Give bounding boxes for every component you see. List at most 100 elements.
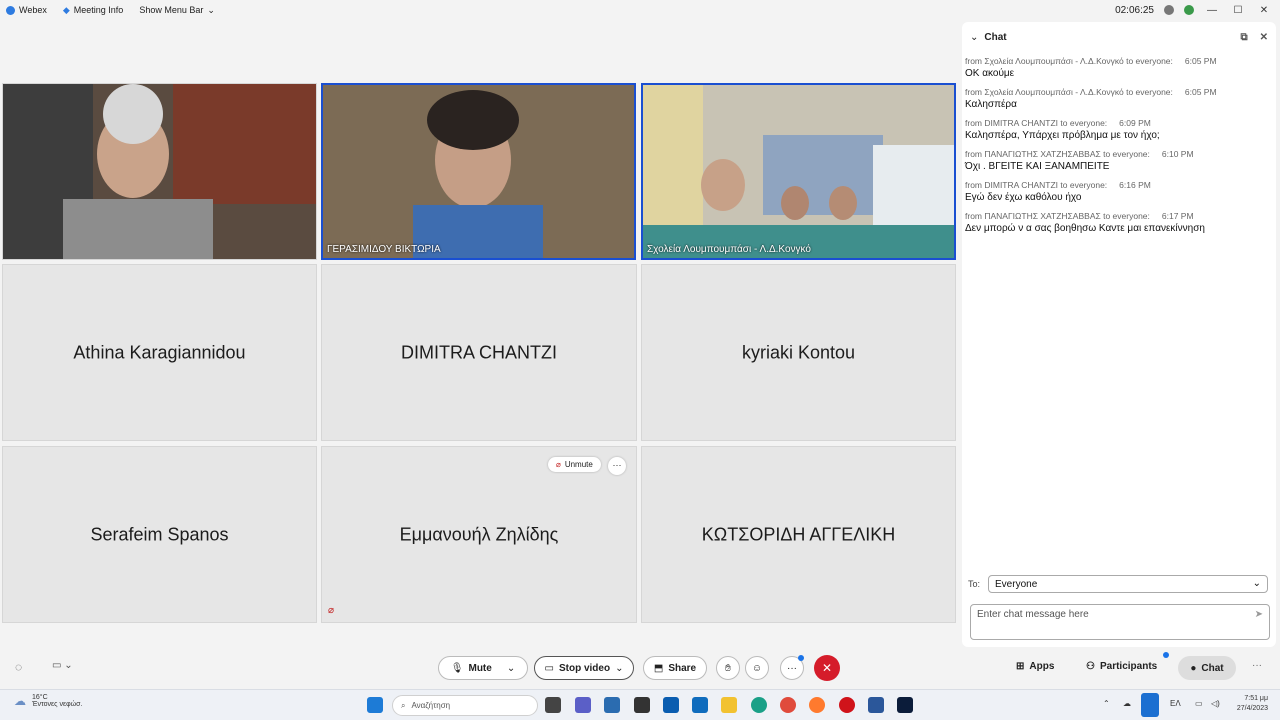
reactions-button[interactable]: ☺ bbox=[745, 656, 769, 680]
video-tile-3[interactable]: Σχολεία Λουμπουμπάσι - Λ.Δ.Κονγκό bbox=[641, 83, 956, 260]
chevron-down-icon[interactable]: ⌄ bbox=[507, 663, 515, 674]
share-button[interactable]: ⬒ Share bbox=[643, 656, 707, 680]
message-time: 6:05 PM bbox=[1184, 87, 1217, 97]
recipient-select[interactable]: Everyone ⌄ bbox=[988, 575, 1269, 593]
participant-name: DIMITRA CHANTZI bbox=[401, 342, 557, 362]
send-icon[interactable]: ➤ bbox=[1255, 609, 1263, 620]
chrome-icon[interactable] bbox=[780, 697, 796, 713]
outlook-icon[interactable] bbox=[692, 697, 708, 713]
message-text: Καλησπέρα, Υπάρχει πρόβλημα με τον ήχο; bbox=[965, 130, 1160, 141]
task-view-icon[interactable] bbox=[545, 697, 561, 713]
store-icon[interactable] bbox=[604, 697, 620, 713]
participant-tile-athina[interactable]: Athina Karagiannidou bbox=[2, 264, 317, 441]
chat-message: from DIMITRA CHANTZI to everyone: 6:16 PM… bbox=[965, 180, 1273, 203]
firefox-icon[interactable] bbox=[809, 697, 825, 713]
webex-logo-icon bbox=[6, 5, 15, 15]
layout-icon[interactable]: ◌ bbox=[15, 660, 22, 674]
volume-icon[interactable]: ◁) bbox=[1211, 699, 1220, 708]
clock-time: 7:51 μμ bbox=[1244, 695, 1268, 702]
pop-out-icon[interactable]: ⧉ bbox=[1240, 32, 1247, 43]
participant-name: Εμμανουήλ Ζηλίδης bbox=[399, 524, 559, 544]
unmute-button[interactable]: ⌀ Unmute bbox=[548, 457, 601, 472]
reactions-menu-icon[interactable]: ▭ ⌄ bbox=[52, 660, 73, 671]
meeting-info-button[interactable]: ◆ Meeting Info bbox=[63, 5, 123, 16]
more-options-button[interactable]: ··· bbox=[608, 457, 626, 475]
weather-widget[interactable]: ☁ 16°C Έντονες νεφώσ. bbox=[14, 694, 82, 708]
participant-tile-serafeim[interactable]: Serafeim Spanos bbox=[2, 446, 317, 623]
file-explorer-icon[interactable] bbox=[721, 697, 737, 713]
apps-grid-icon: ⊞ bbox=[1016, 661, 1025, 672]
apps-button[interactable]: ⊞ Apps bbox=[1016, 661, 1054, 672]
weather-condition: Έντονες νεφώσ. bbox=[32, 701, 83, 708]
webex-taskbar-icon[interactable] bbox=[897, 697, 913, 713]
overflow-icon[interactable]: ··· bbox=[1252, 660, 1262, 671]
network-icon[interactable]: ▭ bbox=[1195, 699, 1203, 708]
chat-message: from Σχολεία Λουμπουμπάσι - Λ.Δ.Κονγκό t… bbox=[965, 87, 1273, 110]
microphone-tray-icon[interactable] bbox=[1141, 693, 1159, 717]
participant-tile-emmanouil[interactable]: ⌀ Unmute ··· Εμμανουήλ Ζηλίδης ⌀ bbox=[321, 446, 637, 623]
onedrive-icon[interactable]: ☁ bbox=[1123, 699, 1131, 708]
more-icon: ··· bbox=[787, 662, 797, 674]
edge-icon[interactable] bbox=[751, 697, 767, 713]
message-sender: from DIMITRA CHANTZI to everyone: bbox=[965, 118, 1108, 128]
chevron-down-icon[interactable]: ⌄ bbox=[615, 663, 623, 674]
video-feed bbox=[323, 85, 634, 258]
message-time: 6:10 PM bbox=[1161, 149, 1194, 159]
show-menu-bar-button[interactable]: Show Menu Bar ⌄ bbox=[139, 5, 215, 16]
raise-hand-button[interactable]: ✋︎ bbox=[716, 656, 740, 680]
message-text: Δεν μπορώ ν α σας βοηθησω Καντε μαι επαν… bbox=[965, 223, 1205, 234]
participant-tile-kyriaki[interactable]: kyriaki Kontou bbox=[641, 264, 956, 441]
message-time: 6:05 PM bbox=[1184, 56, 1217, 66]
participant-tile-kotsoridi[interactable]: ΚΩΤΣΟΡΙΔΗ ΑΓΓΕΛΙΚΗ bbox=[641, 446, 956, 623]
chat-label: Chat bbox=[1201, 662, 1224, 674]
taskbar-search[interactable]: ⌕ Αναζήτηση bbox=[392, 695, 538, 716]
word-icon[interactable] bbox=[868, 697, 884, 713]
smiley-icon: ☺ bbox=[751, 662, 763, 674]
chat-button[interactable]: ● Chat bbox=[1178, 656, 1236, 680]
temperature: 16°C bbox=[32, 694, 48, 701]
participant-tile-dimitra[interactable]: DIMITRA CHANTZI bbox=[321, 264, 637, 441]
participants-label: Participants bbox=[1099, 661, 1158, 672]
camera-icon: ▭ bbox=[544, 662, 554, 674]
maximize-icon[interactable]: ☐ bbox=[1230, 5, 1246, 16]
hand-icon: ✋︎ bbox=[725, 662, 731, 674]
collapse-chevron-icon[interactable]: ⌄ bbox=[970, 32, 978, 43]
message-text: Όχι . ΒΓΕΙΤΕ ΚΑΙ ΞΑΝΑΜΠΕΙΤΕ bbox=[965, 161, 1110, 172]
close-icon[interactable]: ✕ bbox=[1256, 5, 1272, 16]
stop-video-button[interactable]: ▭ Stop video ⌄ bbox=[534, 656, 634, 680]
close-icon: ✕ bbox=[821, 661, 833, 675]
system-clock[interactable]: 7:51 μμ 27/4/2023 bbox=[1237, 694, 1268, 714]
participants-icon: ⚇ bbox=[1086, 661, 1095, 672]
video-tile-1[interactable] bbox=[2, 83, 317, 260]
chat-message-input[interactable]: Enter chat message here ➤ bbox=[970, 604, 1270, 640]
chat-app-icon[interactable] bbox=[575, 697, 591, 713]
mail-icon[interactable] bbox=[663, 697, 679, 713]
participant-name: ΚΩΤΣΟΡΙΔΗ ΑΓΓΕΛΙΚΗ bbox=[701, 524, 896, 544]
chat-message: from ΠΑΝΑΓΙΩΤΗΣ ΧΑΤΖΗΣΑΒΒΑΣ to everyone:… bbox=[965, 149, 1273, 172]
shield-icon: ◆ bbox=[62, 4, 70, 15]
chat-messages: from Σχολεία Λουμπουμπάσι - Λ.Δ.Κονγκό t… bbox=[962, 52, 1276, 234]
meeting-timer: 02:06:25 bbox=[1115, 4, 1154, 16]
participant-name: kyriaki Kontou bbox=[741, 342, 856, 362]
chevron-up-icon[interactable]: ⌃ bbox=[1103, 699, 1110, 708]
participant-video-label: Σχολεία Λουμπουμπάσι - Λ.Δ.Κονγκό bbox=[647, 244, 811, 255]
close-chat-icon[interactable]: ✕ bbox=[1260, 32, 1268, 43]
chevron-down-icon: ⌄ bbox=[1252, 578, 1262, 589]
mute-button[interactable]: 🎙︎ Mute ⌄ bbox=[438, 656, 528, 680]
leave-meeting-button[interactable]: ✕ bbox=[814, 655, 840, 681]
status-icon[interactable] bbox=[1184, 5, 1194, 15]
settings-icon[interactable] bbox=[1164, 5, 1174, 15]
windows-start-icon[interactable] bbox=[367, 697, 383, 713]
message-sender: from ΠΑΝΑΓΙΩΤΗΣ ΧΑΤΖΗΣΑΒΒΑΣ to everyone: bbox=[965, 211, 1150, 221]
opera-icon[interactable] bbox=[839, 697, 855, 713]
app-icon[interactable] bbox=[634, 697, 650, 713]
meeting-toolbar: ◌ ▭ ⌄ 🎙︎ Mute ⌄ ▭ Stop video ⌄ ⬒ Share ✋… bbox=[0, 652, 1280, 686]
message-time: 6:17 PM bbox=[1161, 211, 1194, 221]
message-sender: from ΠΑΝΑΓΙΩΤΗΣ ΧΑΤΖΗΣΑΒΒΑΣ to everyone: bbox=[965, 149, 1150, 159]
cloud-icon: ☁ bbox=[14, 694, 26, 708]
minimize-icon[interactable]: — bbox=[1204, 5, 1220, 16]
video-tile-2[interactable]: ΓΕΡΑΣΙΜΙΔΟΥ ΒΙΚΤΩΡΙΑ bbox=[321, 83, 636, 260]
clock-date: 27/4/2023 bbox=[1236, 705, 1268, 712]
keyboard-language[interactable]: ΕΛ bbox=[1170, 699, 1181, 708]
participants-button[interactable]: ⚇ Participants bbox=[1086, 661, 1157, 672]
